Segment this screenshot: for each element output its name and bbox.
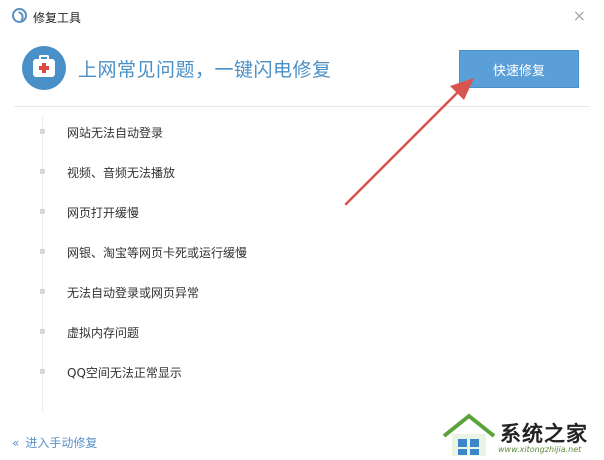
issue-label: 网站无法自动登录 — [67, 126, 164, 140]
issue-label: 虚拟内存问题 — [67, 326, 140, 340]
bullet-icon — [40, 289, 45, 294]
list-item: 网银、淘宝等网页卡死或运行缓慢 — [0, 242, 400, 262]
issue-label: 视频、音频无法播放 — [67, 166, 176, 180]
close-button[interactable]: × — [573, 8, 586, 24]
bullet-icon — [40, 209, 45, 214]
bullet-icon — [40, 169, 45, 174]
watermark-url: www.xitongzhijia.net — [498, 445, 582, 454]
list-item: 视频、音频无法播放 — [0, 162, 400, 182]
bullet-icon — [40, 129, 45, 134]
bullet-icon — [40, 369, 45, 374]
bullet-icon — [40, 249, 45, 254]
bullet-icon — [40, 329, 45, 334]
house-logo-icon — [442, 413, 496, 456]
medical-kit-icon — [22, 46, 66, 90]
issue-label: QQ空间无法正常显示 — [67, 366, 182, 380]
issue-label: 网页打开缓慢 — [67, 206, 140, 220]
list-item: QQ空间无法正常显示 — [0, 362, 400, 382]
watermark-text: 系统之家 — [500, 422, 588, 446]
manual-fix-label: 进入手动修复 — [25, 436, 98, 450]
list-item: 无法自动登录或网页异常 — [0, 282, 400, 302]
window-title: 修复工具 — [33, 11, 82, 25]
issue-label: 网银、淘宝等网页卡死或运行缓慢 — [67, 246, 248, 260]
browser-logo-icon — [12, 8, 27, 23]
title-bar: 修复工具 × — [0, 0, 604, 32]
headline: 上网常见问题，一键闪电修复 — [78, 59, 332, 81]
list-item: 虚拟内存问题 — [0, 322, 400, 342]
watermark: 系统之家 www.xitongzhijia.net — [432, 402, 604, 460]
divider — [14, 106, 590, 107]
manual-fix-link[interactable]: « 进入手动修复 — [12, 434, 97, 451]
list-item: 网站无法自动登录 — [0, 122, 400, 142]
issue-label: 无法自动登录或网页异常 — [67, 286, 200, 300]
header: 上网常见问题，一键闪电修复 快速修复 — [0, 36, 604, 106]
list-item: 网页打开缓慢 — [0, 202, 400, 222]
double-chevron-left-icon: « — [12, 436, 19, 450]
quick-fix-button[interactable]: 快速修复 — [459, 50, 579, 88]
